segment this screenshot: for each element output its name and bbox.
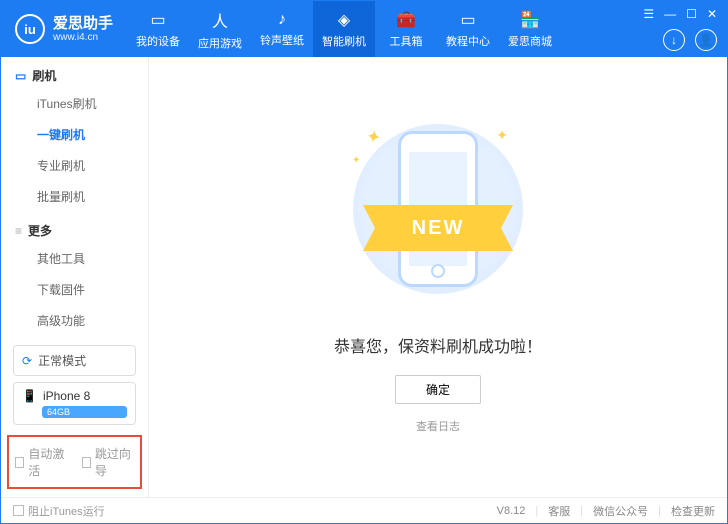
header-bar: iu 爱思助手 www.i4.cn ▭ 我的设备 人 应用游戏 ♪ 铃声壁纸 ◈… [1,1,727,57]
sidebar-item-batch-flash[interactable]: 批量刷机 [1,181,148,212]
device-row[interactable]: 📱 iPhone 8 64GB [13,382,136,425]
separator: | [658,505,661,517]
nav-store[interactable]: 🏪 爱思商城 [499,1,561,57]
options-highlight: 自动激活 跳过向导 [7,435,142,489]
checkbox-icon [15,457,24,468]
nav-tutorials[interactable]: ▭ 教程中心 [437,1,499,57]
minimize-icon[interactable]: — [664,7,676,21]
logo-area: iu 爱思助手 www.i4.cn [1,14,127,44]
checkbox-icon [13,505,24,516]
main-panel: ✦ ✦ ✦ NEW 恭喜您，保资料刷机成功啦！ 确定 查看日志 [149,57,727,497]
user-icon[interactable]: 👤 [695,29,717,51]
sidebar-section-label: 刷机 [32,67,56,84]
nav-toolbox[interactable]: 🧰 工具箱 [375,1,437,57]
check-update-link[interactable]: 检查更新 [671,503,715,519]
checkbox-icon [82,457,91,468]
ok-button[interactable]: 确定 [395,375,481,404]
phone-icon: 📱 [22,389,37,403]
separator: | [535,505,538,517]
auto-activate-checkbox[interactable]: 自动激活 [15,445,68,479]
apps-icon: 人 [212,8,228,32]
close-icon[interactable]: ✕ [707,7,717,21]
refresh-icon: ⟳ [22,354,32,368]
nav-label: 工具箱 [390,33,423,49]
nav-label: 教程中心 [446,33,490,49]
sidebar-item-advanced[interactable]: 高级功能 [1,305,148,336]
sparkle-icon: ✦ [352,155,360,166]
skip-guide-checkbox[interactable]: 跳过向导 [82,445,135,479]
device-icon: ▭ [150,10,165,30]
mode-label: 正常模式 [38,352,86,369]
app-title: 爱思助手 [53,15,113,32]
checkbox-label: 自动激活 [28,445,67,479]
nav-ringtones[interactable]: ♪ 铃声壁纸 [251,1,313,57]
sidebar-item-oneclick-flash[interactable]: 一键刷机 [1,119,148,150]
nav-apps[interactable]: 人 应用游戏 [189,1,251,57]
storage-badge: 64GB [42,406,127,418]
checkbox-label: 阻止iTunes运行 [28,503,105,519]
menu-icon[interactable]: ☰ [643,7,654,21]
success-message: 恭喜您，保资料刷机成功啦！ [334,333,542,357]
sidebar-item-itunes-flash[interactable]: iTunes刷机 [1,88,148,119]
nav-label: 爱思商城 [508,33,552,49]
wechat-link[interactable]: 微信公众号 [593,503,648,519]
app-url: www.i4.cn [53,32,113,44]
status-bar: 阻止iTunes运行 V8.12 | 客服 | 微信公众号 | 检查更新 [1,497,727,523]
sidebar: ▭ 刷机 iTunes刷机 一键刷机 专业刷机 批量刷机 ≡ 更多 其他工具 下… [1,57,149,497]
normal-mode-button[interactable]: ⟳ 正常模式 [13,345,136,376]
device-name: iPhone 8 [43,389,90,403]
sparkle-icon: ✦ [496,127,508,144]
nav-smart-flash[interactable]: ◈ 智能刷机 [313,1,375,57]
sidebar-section-label: 更多 [28,222,52,239]
sidebar-section-more: ≡ 更多 [1,212,148,243]
top-nav: ▭ 我的设备 人 应用游戏 ♪ 铃声壁纸 ◈ 智能刷机 🧰 工具箱 ▭ 教程中心 [127,1,561,57]
view-log-link[interactable]: 查看日志 [416,418,460,434]
sidebar-item-download-firmware[interactable]: 下载固件 [1,274,148,305]
support-link[interactable]: 客服 [548,503,570,519]
checkbox-label: 跳过向导 [95,445,134,479]
nav-label: 铃声壁纸 [260,32,304,48]
sidebar-item-pro-flash[interactable]: 专业刷机 [1,150,148,181]
toolbox-icon: 🧰 [396,10,416,30]
sidebar-section-flash: ▭ 刷机 [1,57,148,88]
nav-my-device[interactable]: ▭ 我的设备 [127,1,189,57]
more-section-icon: ≡ [15,224,22,238]
logo-icon: iu [15,14,45,44]
download-icon[interactable]: ↓ [663,29,685,51]
success-illustration: ✦ ✦ ✦ NEW [338,109,538,309]
new-ribbon: NEW [363,205,513,251]
separator: | [580,505,583,517]
version-label: V8.12 [497,505,526,517]
flash-icon: ◈ [338,10,350,30]
nav-label: 智能刷机 [322,33,366,49]
nav-label: 我的设备 [136,33,180,49]
flash-section-icon: ▭ [15,69,26,83]
maximize-icon[interactable]: ☐ [686,7,697,21]
book-icon: ▭ [460,10,475,30]
store-icon: 🏪 [520,10,540,30]
nav-label: 应用游戏 [198,35,242,51]
block-itunes-checkbox[interactable]: 阻止iTunes运行 [13,503,105,519]
sidebar-item-other-tools[interactable]: 其他工具 [1,243,148,274]
music-icon: ♪ [278,11,286,29]
